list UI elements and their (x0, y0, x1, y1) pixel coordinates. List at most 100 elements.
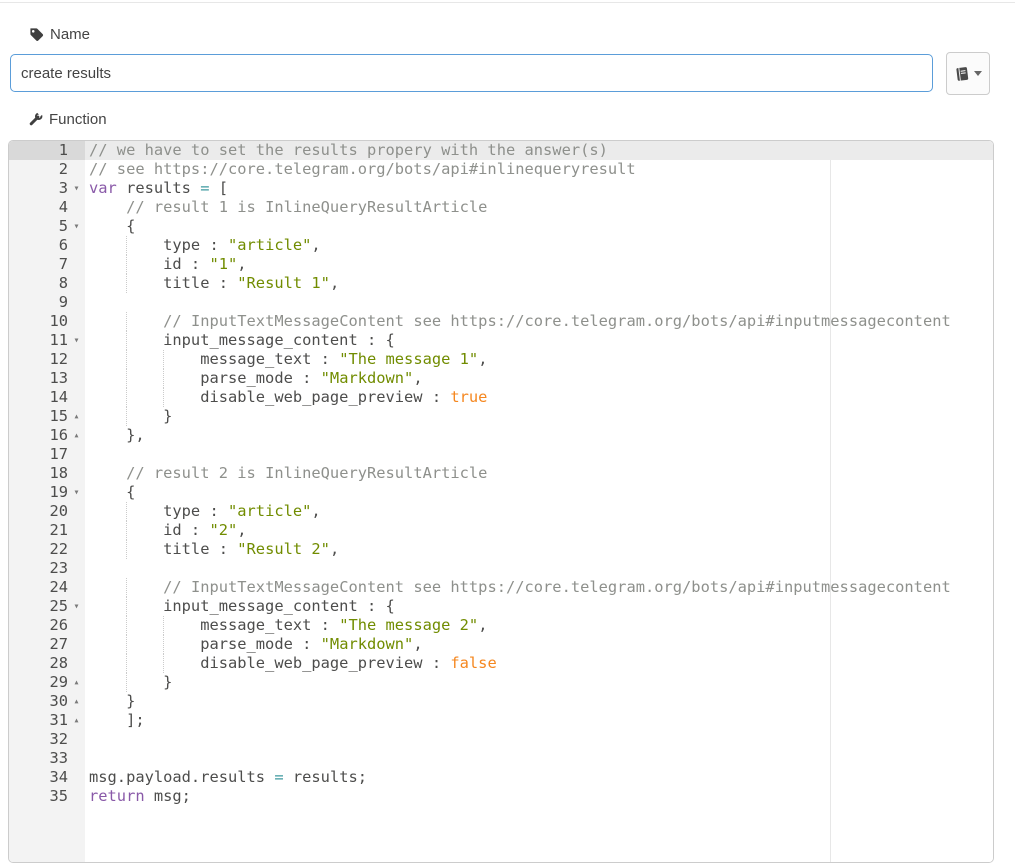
code-token-constant: true (450, 388, 487, 406)
editor-text-area[interactable]: // we have to set the results propery wi… (85, 141, 993, 862)
code-line[interactable]: // result 1 is InlineQueryResultArticle (85, 198, 993, 217)
code-line[interactable]: // InputTextMessageContent see https://c… (85, 578, 993, 597)
indent-guide (163, 635, 164, 654)
fold-open-icon[interactable]: ▾ (70, 217, 83, 236)
code-token-plain: } (89, 673, 172, 691)
code-line[interactable] (85, 293, 993, 312)
code-line[interactable]: title : "Result 1", (85, 274, 993, 293)
gutter-line-number: 7 (9, 255, 85, 274)
code-token-string: "Result 2" (237, 540, 330, 558)
book-icon (954, 66, 970, 82)
code-line[interactable] (85, 730, 993, 749)
code-token-plain: { (89, 217, 135, 235)
gutter-line-number: 29▴ (9, 673, 85, 692)
code-line[interactable]: id : "2", (85, 521, 993, 540)
gutter-line-number: 10 (9, 312, 85, 331)
code-line[interactable]: { (85, 483, 993, 502)
code-token-comment: // result 1 is InlineQueryResultArticle (126, 198, 487, 216)
code-token-plain: title : (89, 274, 237, 292)
code-line[interactable]: ]; (85, 711, 993, 730)
code-line[interactable]: // see https://core.telegram.org/bots/ap… (85, 160, 993, 179)
indent-guide (126, 502, 127, 521)
name-field-label-text: Name (50, 26, 90, 43)
gutter-line-number: 30▴ (9, 692, 85, 711)
code-line[interactable] (85, 559, 993, 578)
indent-guide (126, 540, 127, 559)
code-line[interactable]: }, (85, 426, 993, 445)
fold-close-icon[interactable]: ▴ (70, 426, 83, 445)
code-line[interactable]: // we have to set the results propery wi… (85, 141, 993, 160)
code-line[interactable] (85, 445, 993, 464)
indent-guide (126, 369, 127, 388)
code-token-plain: results; (284, 768, 367, 786)
code-line[interactable]: id : "1", (85, 255, 993, 274)
code-line[interactable]: // InputTextMessageContent see https://c… (85, 312, 993, 331)
code-token-plain: , (413, 635, 422, 653)
code-token-comment: // we have to set the results propery wi… (89, 141, 608, 159)
code-line[interactable]: } (85, 673, 993, 692)
code-line[interactable]: return msg; (85, 787, 993, 806)
code-line[interactable]: message_text : "The message 2", (85, 616, 993, 635)
code-token-plain (89, 198, 126, 216)
code-line[interactable]: input_message_content : { (85, 597, 993, 616)
code-token-string: "Markdown" (321, 635, 414, 653)
code-line[interactable]: disable_web_page_preview : false (85, 654, 993, 673)
fold-open-icon[interactable]: ▾ (70, 331, 83, 350)
gutter-line-number: 24 (9, 578, 85, 597)
code-line[interactable]: // result 2 is InlineQueryResultArticle (85, 464, 993, 483)
function-field-label: Function (28, 111, 107, 128)
library-button[interactable] (946, 52, 990, 95)
code-line[interactable]: { (85, 217, 993, 236)
gutter-line-number: 23 (9, 559, 85, 578)
code-token-comment: // see https://core.telegram.org/bots/ap… (89, 160, 636, 178)
fold-close-icon[interactable]: ▴ (70, 711, 83, 730)
fold-close-icon[interactable]: ▴ (70, 407, 83, 426)
gutter-line-number: 32 (9, 730, 85, 749)
gutter-line-number: 31▴ (9, 711, 85, 730)
code-line[interactable]: title : "Result 2", (85, 540, 993, 559)
code-line[interactable]: type : "article", (85, 236, 993, 255)
gutter-line-number: 26 (9, 616, 85, 635)
code-token-operator: = (274, 768, 283, 786)
code-token-string: "2" (209, 521, 237, 539)
fold-close-icon[interactable]: ▴ (70, 673, 83, 692)
code-line[interactable]: } (85, 407, 993, 426)
indent-guide (126, 388, 127, 407)
code-editor[interactable]: 123▾45▾67891011▾12131415▴16▴171819▾20212… (8, 140, 994, 863)
code-token-plain: , (311, 502, 320, 520)
indent-guide (126, 331, 127, 350)
code-token-plain: input_message_content : { (89, 331, 395, 349)
code-line[interactable] (85, 749, 993, 768)
indent-guide (126, 635, 127, 654)
fold-open-icon[interactable]: ▾ (70, 483, 83, 502)
code-token-plain: , (311, 236, 320, 254)
code-line[interactable]: type : "article", (85, 502, 993, 521)
code-token-plain: , (478, 616, 487, 634)
gutter-line-number: 2 (9, 160, 85, 179)
gutter-line-number: 9 (9, 293, 85, 312)
code-token-string: "article" (228, 236, 311, 254)
indent-guide (126, 578, 127, 597)
code-token-plain: , (237, 255, 246, 273)
code-token-plain: , (413, 369, 422, 387)
name-input[interactable] (10, 54, 933, 92)
code-line[interactable]: disable_web_page_preview : true (85, 388, 993, 407)
fold-open-icon[interactable]: ▾ (70, 597, 83, 616)
code-line[interactable]: parse_mode : "Markdown", (85, 635, 993, 654)
code-line[interactable]: parse_mode : "Markdown", (85, 369, 993, 388)
indent-guide (163, 350, 164, 369)
fold-close-icon[interactable]: ▴ (70, 692, 83, 711)
code-line[interactable]: msg.payload.results = results; (85, 768, 993, 787)
code-token-string: "The message 1" (339, 350, 478, 368)
code-line[interactable]: var results = [ (85, 179, 993, 198)
code-token-constant: false (450, 654, 496, 672)
gutter-line-number: 12 (9, 350, 85, 369)
code-line[interactable]: message_text : "The message 1", (85, 350, 993, 369)
gutter-line-number: 18 (9, 464, 85, 483)
code-line[interactable]: input_message_content : { (85, 331, 993, 350)
fold-open-icon[interactable]: ▾ (70, 179, 83, 198)
code-token-plain: } (89, 407, 172, 425)
code-line[interactable]: } (85, 692, 993, 711)
code-token-comment: // InputTextMessageContent see https://c… (163, 578, 951, 596)
gutter-line-number: 6 (9, 236, 85, 255)
